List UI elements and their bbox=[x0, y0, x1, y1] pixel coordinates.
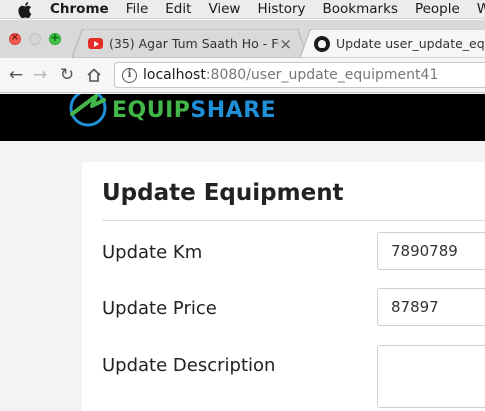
close-x-icon: × bbox=[10, 32, 20, 43]
tab-title: Update user_update_equip bbox=[336, 36, 485, 51]
price-input[interactable]: 87897 bbox=[377, 288, 485, 326]
km-label: Update Km bbox=[102, 242, 203, 263]
description-textarea[interactable] bbox=[377, 345, 485, 408]
menu-edit[interactable]: Edit bbox=[165, 1, 191, 17]
info-icon[interactable]: i bbox=[122, 67, 137, 83]
menu-window[interactable]: W bbox=[477, 1, 485, 17]
menu-view[interactable]: View bbox=[208, 1, 240, 17]
tab-title: (35) Agar Tum Saath Ho - Full bbox=[109, 36, 279, 51]
menu-file[interactable]: File bbox=[126, 1, 149, 17]
window-minimize-button[interactable] bbox=[29, 33, 41, 45]
window-maximize-button[interactable]: + bbox=[49, 31, 61, 45]
apple-icon[interactable] bbox=[18, 1, 32, 18]
page-title: Update Equipment bbox=[102, 180, 344, 206]
menu-app-name[interactable]: Chrome bbox=[50, 1, 109, 17]
menu-bookmarks[interactable]: Bookmarks bbox=[323, 1, 398, 17]
logo-mark-icon bbox=[69, 94, 107, 127]
youtube-icon bbox=[88, 38, 103, 49]
home-icon[interactable] bbox=[82, 65, 106, 85]
reload-icon[interactable]: ↻ bbox=[55, 65, 79, 85]
logo-text-equip: EQUIP bbox=[112, 97, 191, 123]
km-input[interactable]: 7890789 bbox=[377, 232, 485, 270]
description-label: Update Description bbox=[102, 355, 276, 376]
site-header: EQUIPSHARE bbox=[0, 94, 485, 141]
browser-toolbar: ← → ↻ i localhost:8080/user_update_equip… bbox=[0, 58, 485, 93]
tab-strip: × + (35) Agar Tum Saath Ho - Full × Upda… bbox=[0, 20, 485, 58]
menu-history[interactable]: History bbox=[257, 1, 305, 17]
github-icon bbox=[314, 35, 330, 52]
back-arrow-icon[interactable]: ← bbox=[4, 65, 28, 85]
plus-icon: + bbox=[50, 31, 60, 44]
url-host: localhost bbox=[143, 67, 206, 83]
tab-close-icon[interactable]: × bbox=[279, 35, 292, 53]
update-equipment-card: Update Equipment Update Km 7890789 Updat… bbox=[82, 162, 485, 411]
logo-text: EQUIPSHARE bbox=[112, 98, 276, 123]
tab-youtube[interactable]: (35) Agar Tum Saath Ho - Full × bbox=[72, 29, 308, 58]
logo-text-share: SHARE bbox=[190, 97, 277, 123]
forward-arrow-icon[interactable]: → bbox=[28, 65, 52, 85]
tab-github-active[interactable]: Update user_update_equip bbox=[300, 29, 485, 58]
price-label: Update Price bbox=[102, 298, 217, 319]
address-bar[interactable]: i localhost:8080/user_update_equipment41 bbox=[114, 62, 485, 88]
window-close-button[interactable]: × bbox=[9, 32, 21, 45]
macos-menu-bar: Chrome File Edit View History Bookmarks … bbox=[0, 0, 485, 19]
main-content: Update Equipment Update Km 7890789 Updat… bbox=[0, 141, 485, 411]
menu-people[interactable]: People bbox=[415, 1, 460, 17]
url-path: :8080/user_update_equipment41 bbox=[205, 67, 439, 83]
equipshare-logo[interactable]: EQUIPSHARE bbox=[66, 94, 276, 128]
title-divider bbox=[102, 220, 485, 221]
